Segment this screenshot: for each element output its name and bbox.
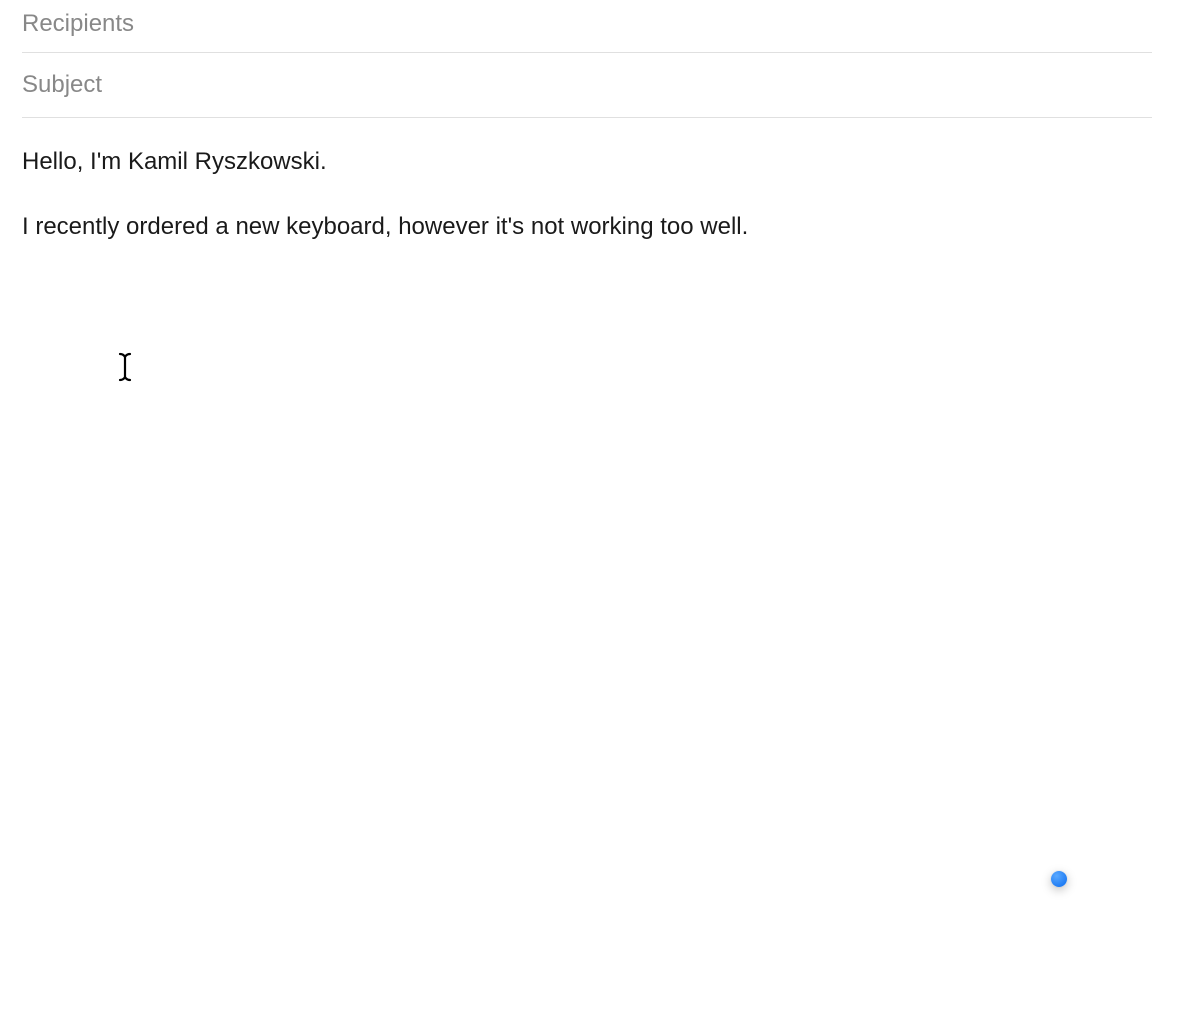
email-body-input[interactable]: Hello, I'm Kamil Ryszkowski. I recently … [22,118,1152,818]
subject-input[interactable] [22,71,1152,99]
floating-action-dot[interactable] [1051,871,1067,887]
compose-window: Hello, I'm Kamil Ryszkowski. I recently … [0,0,1182,1018]
subject-row [22,53,1152,118]
recipients-row [22,0,1152,53]
recipients-input[interactable] [22,10,1152,38]
